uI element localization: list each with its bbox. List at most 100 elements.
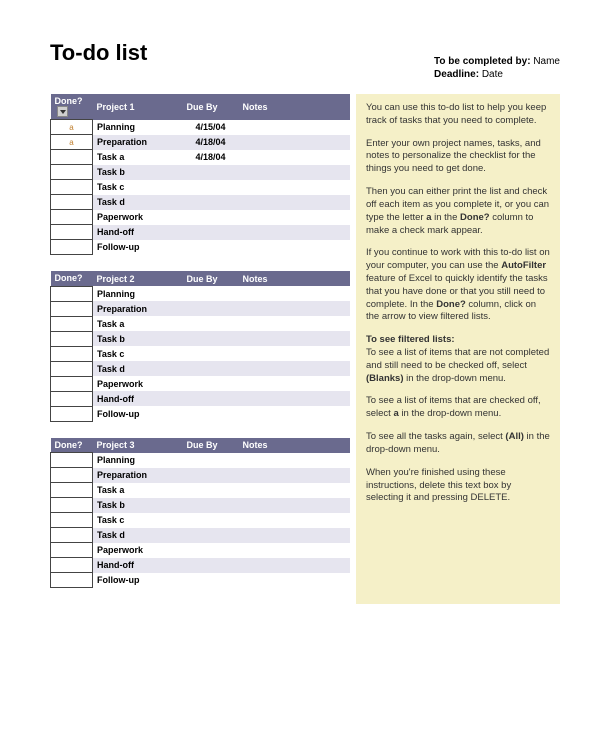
notes-cell[interactable] (239, 468, 350, 483)
notes-cell[interactable] (239, 135, 350, 150)
done-cell[interactable] (51, 331, 93, 346)
done-cell[interactable] (51, 240, 93, 255)
task-cell[interactable]: Task d (93, 528, 183, 543)
notes-cell[interactable] (239, 210, 350, 225)
notes-cell[interactable] (239, 361, 350, 376)
done-cell[interactable]: a (51, 120, 93, 135)
notes-cell[interactable] (239, 165, 350, 180)
notes-cell[interactable] (239, 240, 350, 255)
task-cell[interactable]: Task d (93, 195, 183, 210)
task-cell[interactable]: Task d (93, 361, 183, 376)
notes-cell[interactable] (239, 150, 350, 165)
notes-cell[interactable] (239, 120, 350, 135)
due-cell[interactable] (183, 240, 239, 255)
task-cell[interactable]: Hand-off (93, 225, 183, 240)
due-cell[interactable] (183, 513, 239, 528)
due-cell[interactable] (183, 180, 239, 195)
done-cell[interactable] (51, 301, 93, 316)
notes-cell[interactable] (239, 225, 350, 240)
due-cell[interactable] (183, 453, 239, 468)
notes-cell[interactable] (239, 483, 350, 498)
due-cell[interactable] (183, 558, 239, 573)
done-cell[interactable] (51, 453, 93, 468)
due-cell[interactable] (183, 331, 239, 346)
task-cell[interactable]: Task c (93, 180, 183, 195)
done-cell[interactable] (51, 346, 93, 361)
done-cell[interactable] (51, 483, 93, 498)
notes-cell[interactable] (239, 346, 350, 361)
notes-cell[interactable] (239, 453, 350, 468)
task-cell[interactable]: Task c (93, 346, 183, 361)
task-cell[interactable]: Paperwork (93, 376, 183, 391)
due-cell[interactable] (183, 225, 239, 240)
done-cell[interactable] (51, 361, 93, 376)
task-cell[interactable]: Task c (93, 513, 183, 528)
notes-cell[interactable] (239, 528, 350, 543)
due-cell[interactable] (183, 543, 239, 558)
notes-cell[interactable] (239, 513, 350, 528)
task-cell[interactable]: Task a (93, 316, 183, 331)
done-cell[interactable] (51, 225, 93, 240)
done-cell[interactable] (51, 210, 93, 225)
notes-cell[interactable] (239, 498, 350, 513)
filter-dropdown-icon[interactable] (57, 106, 68, 117)
task-cell[interactable]: Hand-off (93, 391, 183, 406)
task-cell[interactable]: Planning (93, 120, 183, 135)
notes-cell[interactable] (239, 301, 350, 316)
task-cell[interactable]: Follow-up (93, 240, 183, 255)
due-cell[interactable] (183, 210, 239, 225)
due-cell[interactable]: 4/15/04 (183, 120, 239, 135)
notes-cell[interactable] (239, 543, 350, 558)
due-cell[interactable] (183, 361, 239, 376)
task-cell[interactable]: Paperwork (93, 543, 183, 558)
task-cell[interactable]: Task a (93, 483, 183, 498)
due-cell[interactable] (183, 376, 239, 391)
due-cell[interactable] (183, 498, 239, 513)
due-cell[interactable] (183, 528, 239, 543)
due-cell[interactable] (183, 573, 239, 588)
notes-cell[interactable] (239, 331, 350, 346)
done-cell[interactable] (51, 180, 93, 195)
done-cell[interactable] (51, 406, 93, 421)
done-cell[interactable] (51, 316, 93, 331)
done-cell[interactable] (51, 391, 93, 406)
done-cell[interactable] (51, 573, 93, 588)
notes-cell[interactable] (239, 195, 350, 210)
done-cell[interactable] (51, 558, 93, 573)
done-cell[interactable] (51, 150, 93, 165)
done-cell[interactable] (51, 528, 93, 543)
due-cell[interactable] (183, 286, 239, 301)
due-cell[interactable] (183, 195, 239, 210)
notes-cell[interactable] (239, 573, 350, 588)
due-cell[interactable] (183, 301, 239, 316)
done-cell[interactable] (51, 195, 93, 210)
task-cell[interactable]: Follow-up (93, 573, 183, 588)
task-cell[interactable]: Task b (93, 165, 183, 180)
task-cell[interactable]: Task b (93, 498, 183, 513)
notes-cell[interactable] (239, 180, 350, 195)
done-cell[interactable] (51, 468, 93, 483)
notes-cell[interactable] (239, 558, 350, 573)
task-cell[interactable]: Hand-off (93, 558, 183, 573)
due-cell[interactable]: 4/18/04 (183, 135, 239, 150)
due-cell[interactable] (183, 165, 239, 180)
task-cell[interactable]: Preparation (93, 468, 183, 483)
done-cell[interactable] (51, 376, 93, 391)
due-cell[interactable] (183, 391, 239, 406)
due-cell[interactable] (183, 468, 239, 483)
due-cell[interactable]: 4/18/04 (183, 150, 239, 165)
task-cell[interactable]: Follow-up (93, 406, 183, 421)
task-cell[interactable]: Planning (93, 453, 183, 468)
task-cell[interactable]: Preparation (93, 301, 183, 316)
done-cell[interactable] (51, 513, 93, 528)
done-cell[interactable] (51, 165, 93, 180)
done-cell[interactable] (51, 543, 93, 558)
due-cell[interactable] (183, 483, 239, 498)
notes-cell[interactable] (239, 286, 350, 301)
notes-cell[interactable] (239, 376, 350, 391)
done-cell[interactable]: a (51, 135, 93, 150)
task-cell[interactable]: Preparation (93, 135, 183, 150)
done-cell[interactable] (51, 286, 93, 301)
due-cell[interactable] (183, 346, 239, 361)
done-cell[interactable] (51, 498, 93, 513)
